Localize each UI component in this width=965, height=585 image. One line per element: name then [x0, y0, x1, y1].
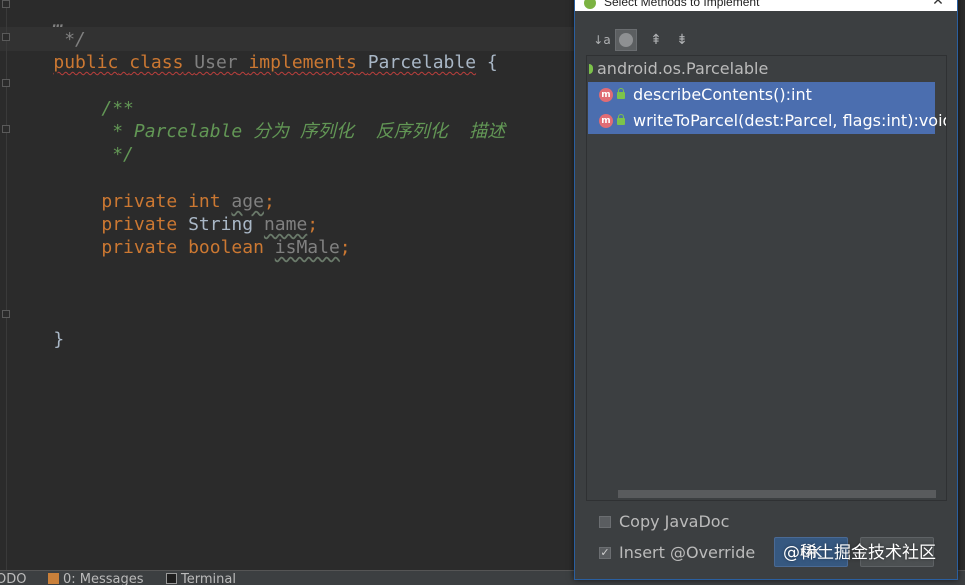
messages-label: 0: Messages: [63, 572, 144, 585]
dialog-title: Select Methods to Implement: [604, 0, 760, 9]
code-line-close-brace: }: [10, 305, 64, 350]
horizontal-scrollbar[interactable]: [588, 488, 945, 500]
method-row-write-to-parcel[interactable]: m writeToParcel(dest:Parcel, flags:int):…: [588, 108, 946, 134]
code-line-field-age: private int age;: [58, 167, 274, 212]
scrollbar-thumb[interactable]: [618, 490, 936, 498]
code-line-doc-open: /**: [58, 74, 134, 119]
dialog-titlebar[interactable]: Select Methods to Implement ✕: [575, 0, 957, 11]
keyword-private: private: [101, 237, 178, 258]
method-label: writeToParcel(dest:Parcel, flags:int):vo…: [633, 111, 947, 130]
field-type: boolean: [188, 237, 264, 258]
fold-marker-doc-close[interactable]: [2, 125, 10, 133]
sort-alphabetically-icon[interactable]: ↓a: [591, 29, 613, 51]
show-classes-toggle-icon[interactable]: [615, 29, 637, 51]
expand-all-icon[interactable]: ⇞: [645, 29, 667, 51]
terminal-icon: [166, 573, 177, 584]
close-brace: }: [53, 329, 65, 350]
todo-tab[interactable]: ODO: [0, 573, 26, 585]
field-name: isMale: [274, 237, 340, 258]
copy-javadoc-label: Copy JavaDoc: [619, 512, 730, 531]
methods-tree[interactable]: android.os.Parcelable m describeContents…: [586, 55, 947, 501]
code-line-doc-close: */: [58, 120, 134, 165]
tree-root-interface[interactable]: android.os.Parcelable: [587, 56, 946, 82]
code-line-field-ismale: private boolean isMale;: [58, 213, 350, 258]
android-studio-icon: [584, 0, 596, 9]
semicolon: ;: [339, 237, 351, 258]
todo-label: ODO: [0, 572, 27, 585]
fold-marker-class[interactable]: [2, 33, 10, 41]
close-icon[interactable]: ✕: [925, 0, 951, 10]
fold-marker[interactable]: [2, 0, 10, 8]
messages-icon: [48, 573, 59, 584]
watermark-text: @稀土掘金技术社区: [783, 543, 936, 563]
fold-marker-class-end[interactable]: [2, 310, 10, 318]
fold-marker-doc-open[interactable]: [2, 79, 10, 87]
class-name: User: [194, 52, 238, 73]
code-line-comment-end: */: [10, 5, 86, 50]
insert-override-label: Insert @Override: [619, 543, 756, 562]
interface-name: Parcelable: [367, 52, 477, 73]
doc-comment-body: * Parcelable 分为 序列化 反序列化 描述: [101, 121, 506, 142]
method-row-describe-contents[interactable]: m describeContents():int: [588, 82, 935, 108]
messages-tab[interactable]: 0: Messages: [48, 573, 144, 585]
code-line-field-name: private String name;: [58, 190, 318, 235]
terminal-label: Terminal: [181, 572, 236, 585]
method-icon: m: [599, 114, 613, 128]
copy-javadoc-checkbox[interactable]: [599, 516, 611, 528]
terminal-tab[interactable]: Terminal: [166, 573, 236, 585]
keyword-implements: implements: [248, 52, 357, 73]
collapse-all-icon[interactable]: ⇟: [671, 29, 693, 51]
keyword-class: class: [129, 52, 184, 73]
keyword-public: public: [53, 52, 119, 73]
insert-override-checkbox[interactable]: ✓: [599, 547, 611, 559]
doc-comment-close: */: [101, 144, 134, 165]
interface-label: android.os.Parcelable: [597, 59, 769, 78]
public-lock-icon: [617, 88, 625, 99]
method-label: describeContents():int: [633, 85, 812, 104]
expand-arrow-icon[interactable]: [589, 64, 593, 74]
open-brace: {: [486, 52, 498, 73]
select-methods-dialog: Select Methods to Implement ✕ ↓a ⇞ ⇟ and…: [574, 0, 958, 580]
public-lock-icon: [617, 114, 625, 125]
code-line-class-declaration: public class User implements Parcelable …: [10, 28, 497, 73]
code-line-doc-body: * Parcelable 分为 序列化 反序列化 描述: [58, 97, 505, 142]
method-icon: m: [599, 88, 613, 102]
